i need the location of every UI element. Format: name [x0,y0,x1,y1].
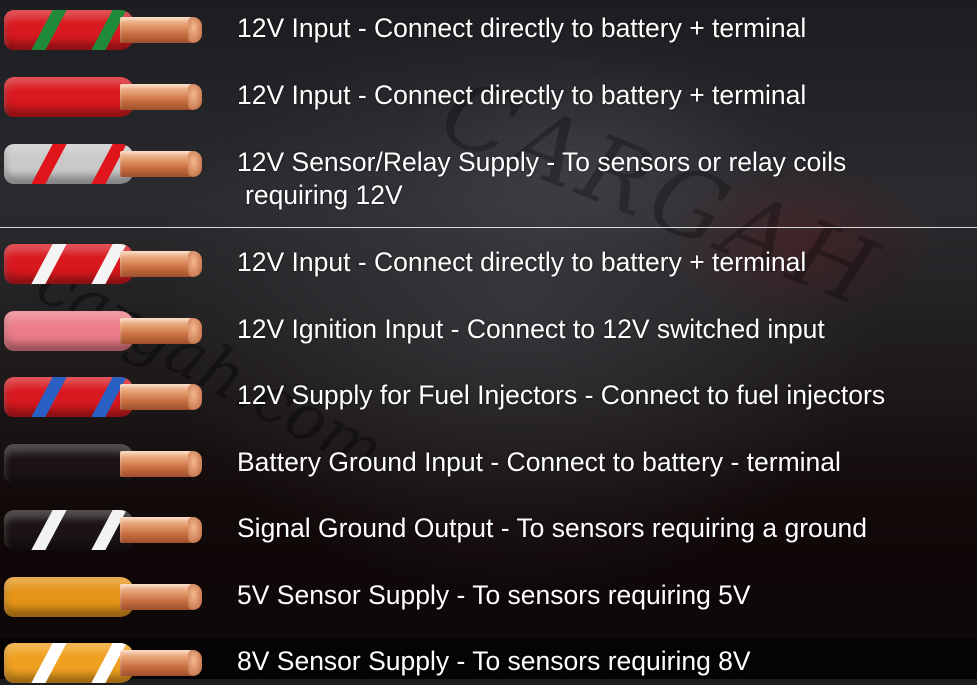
wire-row-pink: 12V Ignition Input - Connect to 12V swit… [0,309,977,353]
wire-row-red-blue: 12V Supply for Fuel Injectors - Connect … [0,375,977,419]
wire-insulation [4,577,134,617]
wire-insulation [4,510,134,550]
wire-copper-end [120,151,202,177]
wire-gray-red-icon [4,144,204,184]
wire-copper-end [120,584,202,610]
wire-row-black: Battery Ground Input - Connect to batter… [0,442,977,486]
wire-label-text: 12V Supply for Fuel Injectors - Connect … [237,380,886,410]
wire-label-text: Battery Ground Input - Connect to batter… [237,447,841,477]
wire-pink-icon [4,311,204,351]
wire-label: 12V Input - Connect directly to battery … [237,246,806,279]
wire-copper-end [120,84,202,110]
wire-label: Signal Ground Output - To sensors requir… [237,512,867,545]
wire-copper-end [120,318,202,344]
wire-stripe [28,643,70,683]
wire-insulation [4,377,134,417]
wire-row-orange: 5V Sensor Supply - To sensors requiring … [0,575,977,619]
wire-black-icon [4,444,204,484]
wire-red-green-icon [4,10,204,50]
wire-label: Battery Ground Input - Connect to batter… [237,446,841,479]
wire-copper-end [120,251,202,277]
wire-label: 12V Sensor/Relay Supply - To sensors or … [237,146,846,212]
wire-copper-end [120,650,202,676]
wire-red-white-icon [4,244,204,284]
wire-stripe [28,10,70,50]
wire-label-text: 12V Input - Connect directly to battery … [237,13,807,43]
wire-orange-icon [4,577,204,617]
wire-insulation [4,244,134,284]
wire-row-red-green: 12V Input - Connect directly to battery … [0,8,977,52]
wire-insulation [4,643,134,683]
wire-red-icon [4,77,204,117]
wire-row-orange-white: 8V Sensor Supply - To sensors requiring … [0,641,977,685]
wire-insulation [4,10,134,50]
wire-label: 5V Sensor Supply - To sensors requiring … [237,579,751,612]
wire-label-text: 12V Input - Connect directly to battery … [237,80,807,110]
wire-label-text: 12V Sensor/Relay Supply - To sensors or … [237,147,847,177]
wire-insulation [4,311,134,351]
wire-label: 12V Supply for Fuel Injectors - Connect … [237,379,885,412]
wire-label-text: 12V Ignition Input - Connect to 12V swit… [237,314,825,344]
section-divider [0,227,977,228]
wire-row-gray-red: 12V Sensor/Relay Supply - To sensors or … [0,142,977,210]
wire-insulation [4,77,134,117]
wire-stripe [28,377,70,417]
wire-stripe [28,144,70,184]
wire-label-text: 12V Input - Connect directly to battery … [237,247,807,277]
wire-label-text: Signal Ground Output - To sensors requir… [237,513,867,543]
wire-insulation [4,144,134,184]
wire-black-white-icon [4,510,204,550]
wire-stripe [28,510,70,550]
wire-copper-end [120,17,202,43]
wire-label: 8V Sensor Supply - To sensors requiring … [237,645,751,678]
wire-row-red-white: 12V Input - Connect directly to battery … [0,242,977,286]
wire-label-text: 5V Sensor Supply - To sensors requiring … [237,580,751,610]
wire-orange-white-icon [4,643,204,683]
wire-copper-end [120,451,202,477]
wire-label-text-continued: requiring 12V [245,180,403,210]
wire-label-text: 8V Sensor Supply - To sensors requiring … [237,646,751,676]
wire-label: 12V Ignition Input - Connect to 12V swit… [237,313,825,346]
wire-stripe [28,244,70,284]
wire-red-blue-icon [4,377,204,417]
wire-insulation [4,444,134,484]
wire-label: 12V Input - Connect directly to battery … [237,12,806,45]
wire-label: 12V Input - Connect directly to battery … [237,79,806,112]
wire-copper-end [120,384,202,410]
wire-row-black-white: Signal Ground Output - To sensors requir… [0,508,977,552]
wire-copper-end [120,517,202,543]
wire-row-red: 12V Input - Connect directly to battery … [0,75,977,119]
